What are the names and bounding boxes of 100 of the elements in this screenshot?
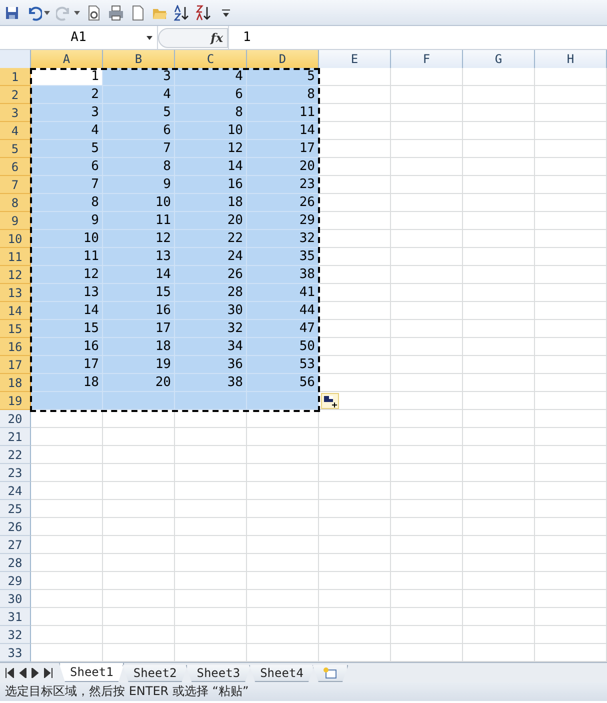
- previous-sheet-icon[interactable]: [18, 668, 27, 678]
- row-header[interactable]: 9: [0, 212, 31, 230]
- row-header[interactable]: 15: [0, 320, 31, 338]
- table-cell: [175, 410, 247, 428]
- caret-icon[interactable]: [146, 36, 153, 40]
- row-header[interactable]: 13: [0, 284, 31, 302]
- table-cell: [247, 410, 319, 428]
- row-header[interactable]: 7: [0, 176, 31, 194]
- column-header[interactable]: G: [463, 50, 535, 69]
- row-header[interactable]: 31: [0, 608, 31, 626]
- table-cell: [391, 284, 463, 302]
- row-header[interactable]: 8: [0, 194, 31, 212]
- table-cell: 3: [103, 68, 175, 86]
- table-cell: [463, 392, 535, 410]
- table-cell: [247, 644, 319, 662]
- caret-icon[interactable]: [74, 10, 80, 14]
- sheet-tab[interactable]: Sheet2: [122, 665, 188, 682]
- row-header[interactable]: 22: [0, 446, 31, 464]
- table-cell: [535, 230, 607, 248]
- row-header[interactable]: 32: [0, 626, 31, 644]
- table-cell: [31, 518, 103, 536]
- row-header[interactable]: 17: [0, 356, 31, 374]
- table-cell: 32: [175, 320, 247, 338]
- row-header[interactable]: 27: [0, 536, 31, 554]
- row-header[interactable]: 21: [0, 428, 31, 446]
- row-header[interactable]: 18: [0, 374, 31, 392]
- row-header[interactable]: 3: [0, 104, 31, 122]
- row-header[interactable]: 4: [0, 122, 31, 140]
- table-cell: 26: [247, 194, 319, 212]
- row-header[interactable]: 12: [0, 266, 31, 284]
- column-header[interactable]: A: [31, 50, 103, 69]
- table-cell: [103, 626, 175, 644]
- table-cell: [463, 626, 535, 644]
- sheet-tab[interactable]: Sheet1: [59, 663, 124, 682]
- row-header[interactable]: 5: [0, 140, 31, 158]
- table-cell: [391, 212, 463, 230]
- table-cell: [535, 338, 607, 356]
- caret-icon[interactable]: [44, 10, 50, 14]
- formula-field[interactable]: 1: [228, 26, 607, 49]
- name-box[interactable]: A1: [0, 26, 158, 49]
- row-header[interactable]: 30: [0, 590, 31, 608]
- table-cell: [391, 428, 463, 446]
- row-header[interactable]: 2: [0, 86, 31, 104]
- row-header[interactable]: 1: [0, 68, 31, 86]
- table-cell: [535, 446, 607, 464]
- insert-function-button[interactable]: fx: [210, 30, 223, 44]
- table-cell: [535, 536, 607, 554]
- print-icon[interactable]: [108, 4, 124, 20]
- row-header[interactable]: 10: [0, 230, 31, 248]
- table-cell: 4: [103, 86, 175, 104]
- row-header[interactable]: 6: [0, 158, 31, 176]
- last-sheet-icon[interactable]: [44, 668, 53, 678]
- table-cell: [535, 590, 607, 608]
- row-header[interactable]: 24: [0, 482, 31, 500]
- table-cell: [31, 482, 103, 500]
- sort-ascending-icon[interactable]: [174, 4, 190, 20]
- paste-options-icon[interactable]: [321, 393, 339, 409]
- column-header[interactable]: E: [319, 50, 391, 69]
- new-document-icon[interactable]: [130, 4, 146, 20]
- column-header[interactable]: F: [391, 50, 463, 69]
- undo-icon[interactable]: [26, 4, 42, 20]
- table-cell: [463, 194, 535, 212]
- sheet-tab[interactable]: Sheet4: [249, 665, 314, 682]
- table-cell: 10: [175, 122, 247, 140]
- next-sheet-icon[interactable]: [31, 668, 40, 678]
- save-icon[interactable]: [4, 4, 20, 20]
- row-header[interactable]: 19: [0, 392, 31, 410]
- print-preview-icon[interactable]: [86, 4, 102, 20]
- sort-descending-icon[interactable]: [196, 4, 212, 20]
- table-cell: [391, 644, 463, 662]
- table-cell: [31, 428, 103, 446]
- table-cell: 18: [103, 338, 175, 356]
- row-header[interactable]: 28: [0, 554, 31, 572]
- row-header[interactable]: 16: [0, 338, 31, 356]
- row-header[interactable]: 25: [0, 500, 31, 518]
- row-header[interactable]: 11: [0, 248, 31, 266]
- row-header[interactable]: 26: [0, 518, 31, 536]
- column-header[interactable]: H: [535, 50, 607, 69]
- table-cell: [319, 230, 391, 248]
- table-cell: [103, 464, 175, 482]
- row-header[interactable]: 29: [0, 572, 31, 590]
- insert-sheet-tab[interactable]: [312, 665, 348, 682]
- table-cell: [247, 554, 319, 572]
- table-cell: 10: [31, 230, 103, 248]
- table-cell: 4: [31, 122, 103, 140]
- row-header[interactable]: 33: [0, 644, 31, 662]
- row-header[interactable]: 14: [0, 302, 31, 320]
- table-cell: [175, 608, 247, 626]
- table-cell: 9: [31, 212, 103, 230]
- column-header[interactable]: B: [103, 50, 175, 69]
- column-header[interactable]: C: [175, 50, 247, 69]
- row-header[interactable]: 20: [0, 410, 31, 428]
- first-sheet-icon[interactable]: [5, 668, 14, 678]
- table-cell: [463, 158, 535, 176]
- row-header[interactable]: 23: [0, 464, 31, 482]
- table-cell: [391, 536, 463, 554]
- column-header[interactable]: D: [247, 50, 319, 69]
- sheet-tab[interactable]: Sheet3: [186, 665, 252, 682]
- table-cell: [535, 644, 607, 662]
- table-cell: [175, 392, 247, 410]
